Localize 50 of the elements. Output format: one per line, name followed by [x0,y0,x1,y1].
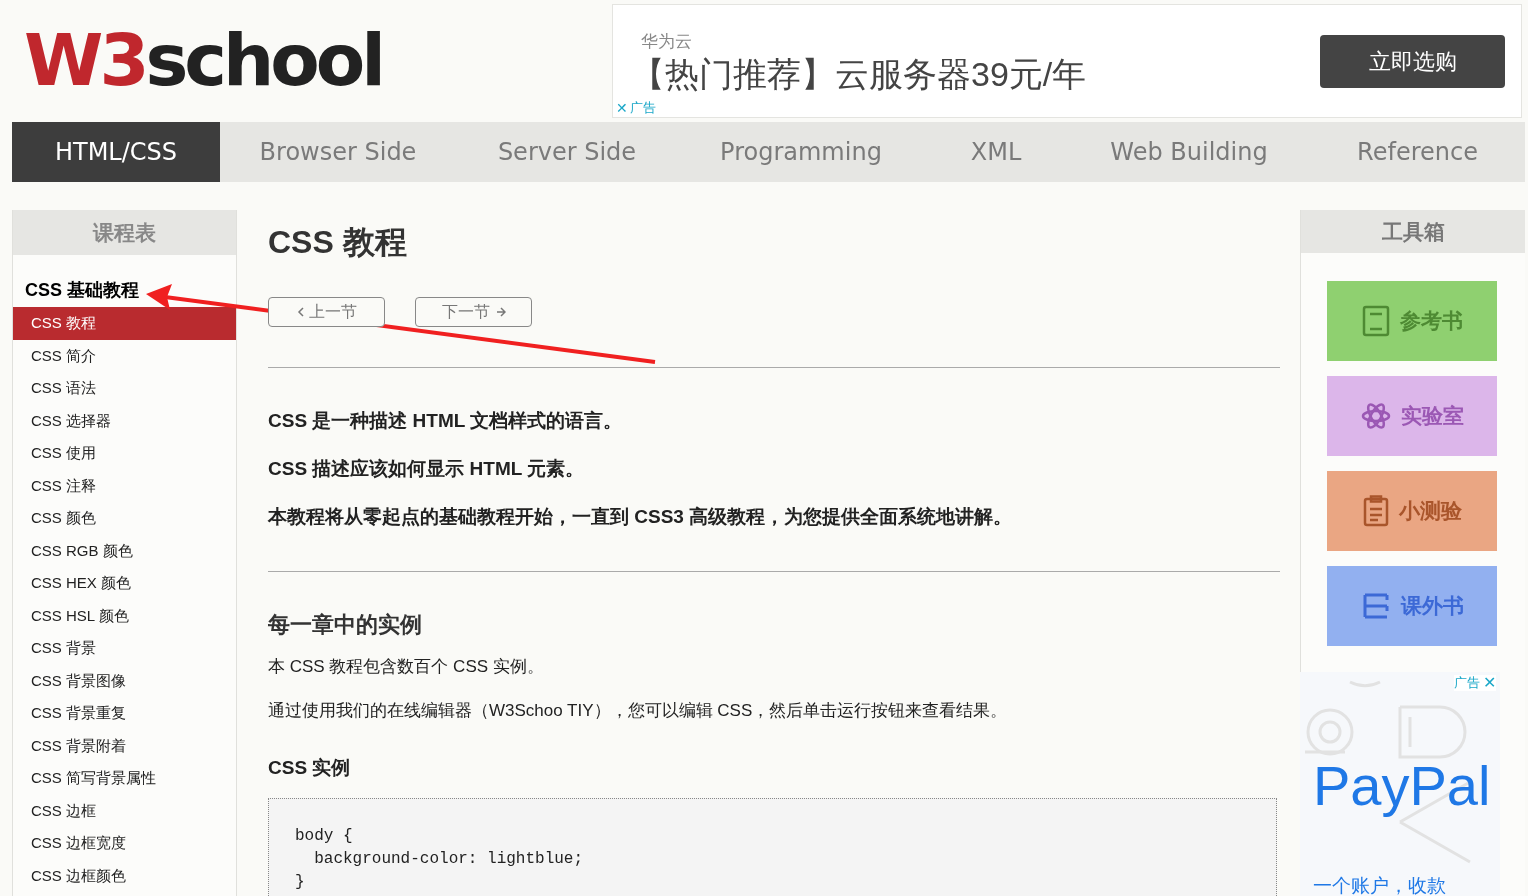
sidebar-item[interactable]: CSS RGB 颜色 [13,534,236,567]
chevron-left-icon [296,307,305,317]
sidebar-item[interactable]: CSS 颜色 [13,502,236,535]
next-button[interactable]: 下一节 [415,297,532,327]
atom-icon [1360,401,1391,431]
paragraph: 本 CSS 教程包含数百个 CSS 实例。 [268,656,545,678]
arrow-right-icon [495,307,506,317]
code-line: body { [295,826,354,847]
section-heading: 每一章中的实例 [268,611,423,639]
code-line: background-color: lightblue; [313,849,585,870]
logo[interactable]: W3school [24,20,382,100]
intro-paragraph: CSS 是一种描述 HTML 文档样式的语言。 [268,409,624,433]
ad-headline: 【热门推荐】云服务器39元/年 [631,54,1088,95]
previous-button[interactable]: 上一节 [268,297,385,327]
sidebar-item[interactable]: CSS 背景重复 [13,697,236,730]
intro-paragraph: 本教程将从零起点的基础教程开始，一直到 CSS3 高级教程，为您提供全面系统地讲解。 [268,505,1014,529]
buy-button[interactable]: 立即选购 [1320,34,1505,88]
ad-tagline: 一个账户，收款 [1313,876,1446,896]
sidebar-item[interactable]: CSS 边框 [13,794,236,827]
sidebar-item[interactable]: CSS 使用 [13,437,236,470]
page-title: CSS 教程 [268,223,408,262]
clipboard-icon [1362,495,1389,527]
sidebar-item[interactable]: CSS HSL 颜色 [13,599,236,632]
sidebar-item[interactable]: CSS 背景图像 [13,664,236,697]
sidebar-item[interactable]: CSS 简写背景属性 [13,762,236,795]
toolbox-title: 工具箱 [1301,210,1525,253]
ad-label: 广告 [630,100,656,116]
nav-tab[interactable]: HTML/CSS [12,122,220,182]
book-icon [1361,305,1390,337]
example-heading: CSS 实例 [268,756,352,780]
paypal-ad[interactable]: 广告 ✕ PayPal 一个账户，收款 [1300,672,1500,896]
sidebar-title: 课程表 [13,210,236,255]
ad-label: 广告 [1454,675,1480,691]
paragraph: 通过使用我们的在线编辑器（W3Schoo TIY），您可以编辑 CSS，然后单击运行按钮来查看结果。 [268,700,1009,722]
sidebar-item[interactable]: CSS 注释 [13,469,236,502]
sidebar-item[interactable]: CSS 背景附着 [13,729,236,762]
intro-paragraph: CSS 描述应该如何显示 HTML 元素。 [268,457,586,481]
paypal-text: PayPal [1313,754,1491,818]
sidebar-heading: CSS 基础教程 [25,279,140,302]
sidebar-item[interactable]: CSS 语法 [13,372,236,405]
ad-brand: 华为云 [641,32,693,52]
sidebar-item[interactable]: CSS 简介 [13,339,236,372]
sidebar-item[interactable]: CSS 选择器 [13,404,236,437]
sidebar-item[interactable]: CSS 边框颜色 [13,859,236,892]
sidebar-item[interactable]: CSS 教程 [13,307,236,340]
sidebar-item[interactable]: CSS HEX 颜色 [13,567,236,600]
ad-banner[interactable]: 华为云 【热门推荐】云服务器39元/年 立即选购 ✕广告 [612,4,1522,118]
sidebar-item[interactable]: CSS 背景 [13,632,236,665]
sidebar-item[interactable]: CSS 边框宽度 [13,827,236,860]
code-line: } [295,872,306,893]
